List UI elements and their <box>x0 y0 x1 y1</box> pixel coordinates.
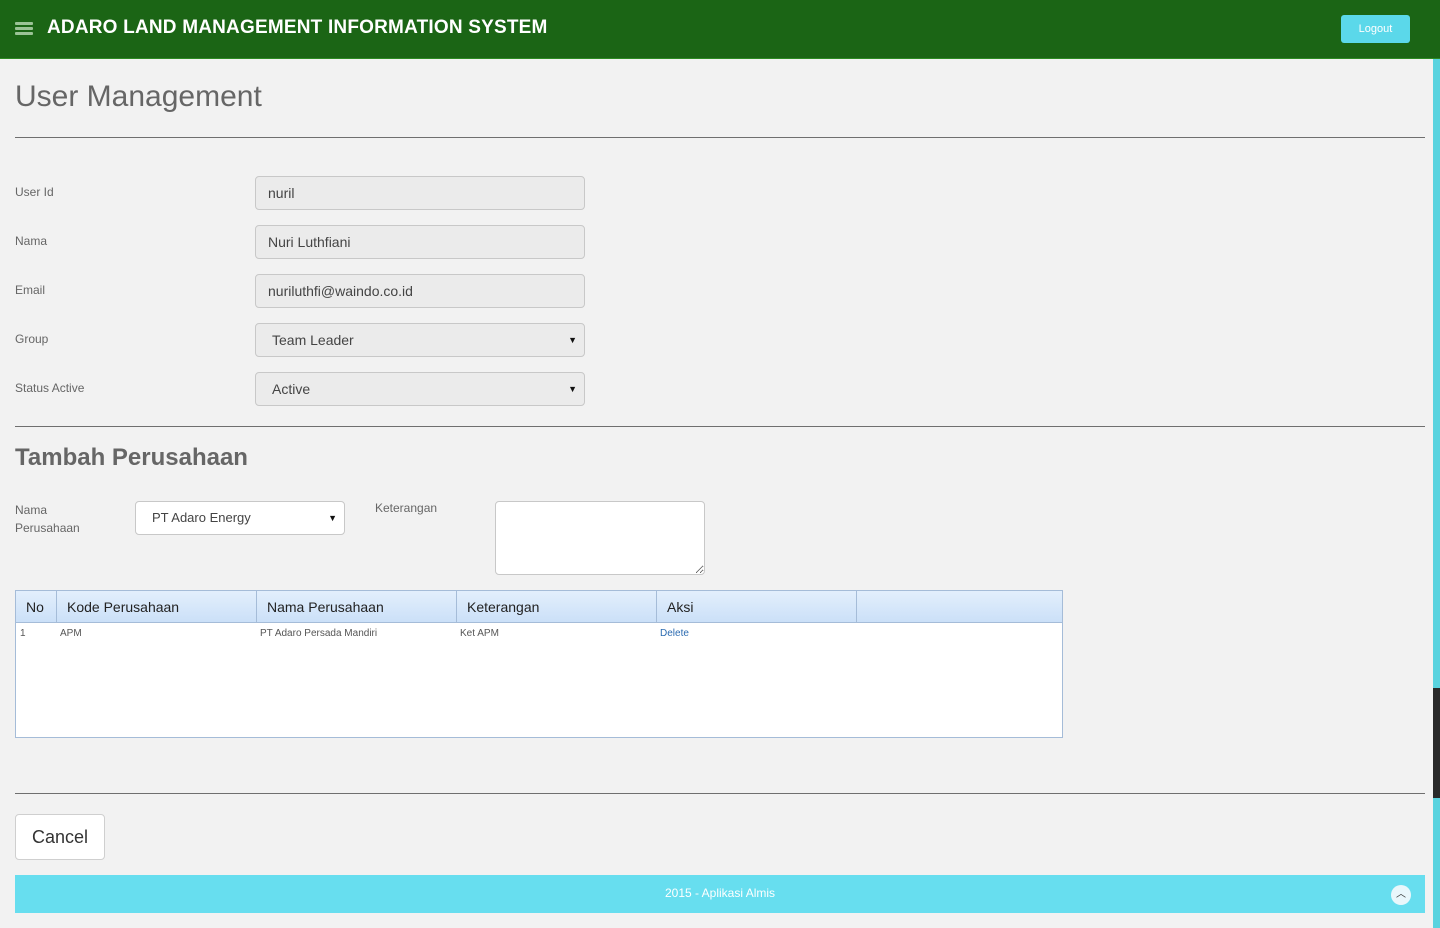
page-title: User Management <box>15 80 262 113</box>
nama-field[interactable] <box>255 225 585 259</box>
column-header[interactable]: Nama Perusahaan <box>257 591 457 623</box>
delete-link[interactable]: Delete <box>660 628 689 639</box>
keterangan-textarea[interactable] <box>495 501 705 575</box>
column-header[interactable]: Aksi <box>657 591 857 623</box>
status-active-select[interactable]: Active ▼ <box>255 372 585 406</box>
nama-perusahaan-label-line2: Perusahaan <box>15 521 80 535</box>
footer: 2015 - Aplikasi Almis ︿ <box>15 875 1425 913</box>
chevron-up-icon[interactable]: ︿ <box>1391 885 1411 905</box>
email-field[interactable] <box>255 274 585 308</box>
group-label: Group <box>15 332 49 346</box>
group-select[interactable]: Team Leader ▼ <box>255 323 585 357</box>
status-active-label: Status Active <box>15 381 85 395</box>
group-select-value: Team Leader <box>272 332 354 348</box>
status-active-select-value: Active <box>272 381 311 397</box>
column-header[interactable]: No <box>16 591 57 623</box>
table-header: No Kode Perusahaan Nama Perusahaan Keter… <box>16 591 1062 623</box>
table-cell-no: 1 <box>20 628 26 639</box>
column-header[interactable]: Kode Perusahaan <box>57 591 257 623</box>
keterangan-label: Keterangan <box>375 501 438 515</box>
divider <box>15 137 1425 138</box>
footer-text: 2015 - Aplikasi Almis <box>664 886 776 900</box>
table-cell-nama: PT Adaro Persada Mandiri <box>260 628 378 639</box>
column-header[interactable]: Keterangan <box>457 591 657 623</box>
user-id-label: User Id <box>15 185 54 199</box>
table-cell-keterangan: Ket APM <box>460 628 499 639</box>
top-navbar: ADARO LAND MANAGEMENT INFORMATION SYSTEM… <box>0 0 1440 59</box>
email-label: Email <box>15 283 46 297</box>
divider <box>15 426 1425 427</box>
app-title: ADARO LAND MANAGEMENT INFORMATION SYSTEM <box>47 17 548 38</box>
caret-down-icon: ▼ <box>328 513 337 523</box>
table-cell-kode: APM <box>60 628 82 639</box>
hamburger-icon[interactable] <box>15 22 33 36</box>
scrollbar-thumb[interactable] <box>1433 688 1440 798</box>
nama-perusahaan-select-value: PT Adaro Energy <box>152 510 251 525</box>
divider <box>15 793 1425 794</box>
user-id-field[interactable] <box>255 176 585 210</box>
section-title: Tambah Perusahaan <box>15 444 248 471</box>
perusahaan-table: No Kode Perusahaan Nama Perusahaan Keter… <box>15 590 1063 738</box>
nama-perusahaan-label: Nama Perusahaan <box>15 501 80 537</box>
caret-down-icon: ▼ <box>568 384 577 394</box>
logout-button[interactable]: Logout <box>1341 15 1410 43</box>
nama-perusahaan-select[interactable]: PT Adaro Energy ▼ <box>135 501 345 535</box>
nama-perusahaan-label-line1: Nama <box>15 503 48 517</box>
caret-down-icon: ▼ <box>568 335 577 345</box>
nama-label: Nama <box>15 234 48 248</box>
cancel-button[interactable]: Cancel <box>15 814 105 860</box>
